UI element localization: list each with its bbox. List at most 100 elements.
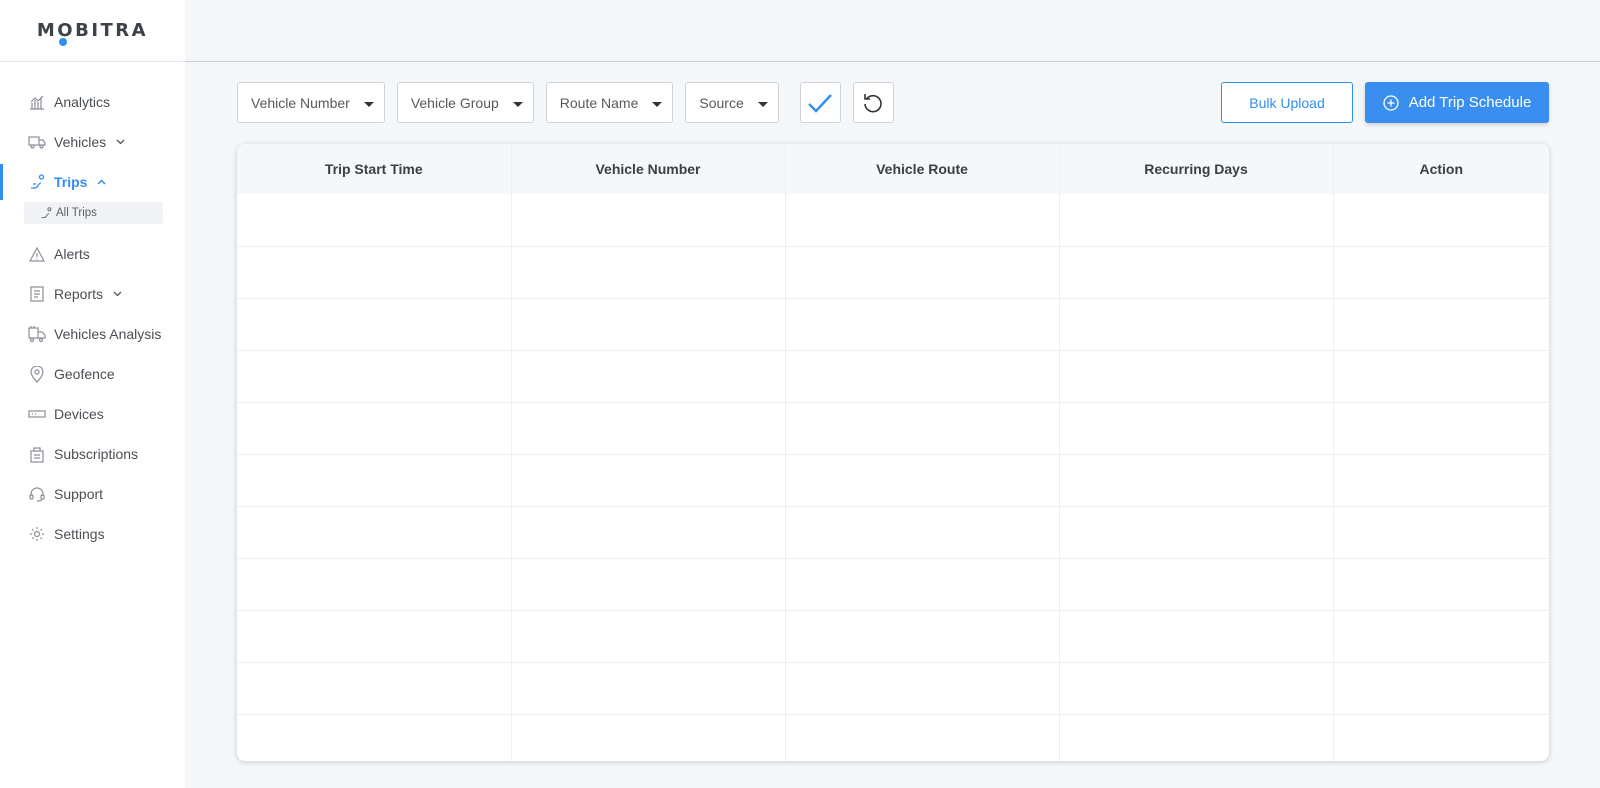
filter-label: Vehicle Group bbox=[410, 94, 499, 111]
sidebar-item-support[interactable]: Support bbox=[0, 474, 185, 514]
table-cell bbox=[237, 558, 512, 611]
chevron-down-icon bbox=[116, 139, 125, 145]
table-cell bbox=[1059, 454, 1334, 507]
sidebar-item-analytics[interactable]: Analytics bbox=[0, 82, 185, 122]
table-cell bbox=[1059, 610, 1334, 663]
table-cell bbox=[237, 402, 512, 455]
vehicle-number-filter[interactable]: Vehicle Number bbox=[237, 82, 385, 123]
sidebar-item-label: Reports bbox=[54, 286, 104, 302]
sidebar-item-subscriptions[interactable]: Subscriptions bbox=[0, 434, 185, 474]
logo-text: MOBITRA bbox=[36, 20, 149, 41]
add-trip-schedule-button[interactable]: Add Trip Schedule bbox=[1365, 82, 1549, 123]
table-cell bbox=[1333, 402, 1549, 455]
alert-icon bbox=[28, 245, 46, 263]
table-cell bbox=[511, 246, 786, 299]
sidebar-item-label: Vehicles bbox=[54, 134, 107, 150]
table-cell bbox=[1333, 714, 1549, 761]
route-icon bbox=[40, 207, 52, 219]
table-cell bbox=[1059, 194, 1334, 247]
logo-pin-icon bbox=[58, 38, 67, 46]
sidebar-item-trips[interactable]: Trips bbox=[0, 162, 185, 202]
table-cell bbox=[1059, 558, 1334, 611]
table-cell bbox=[785, 454, 1060, 507]
table-row bbox=[237, 714, 1549, 761]
sidebar-item-label: Geofence bbox=[54, 366, 115, 382]
column-header-action: Action bbox=[1333, 144, 1549, 194]
table-cell bbox=[1333, 662, 1549, 715]
refresh-icon bbox=[864, 93, 883, 112]
sidebar-item-label: Vehicles Analysis bbox=[54, 326, 162, 342]
table-cell bbox=[1059, 714, 1334, 761]
table-row bbox=[237, 454, 1549, 507]
sidebar-item-vehicles-analysis[interactable]: Vehicles Analysis bbox=[0, 314, 185, 354]
filter-label: Route Name bbox=[559, 94, 639, 111]
table-cell bbox=[511, 298, 786, 351]
table-cell bbox=[1333, 194, 1549, 247]
table-cell bbox=[1059, 298, 1334, 351]
caret-down-icon bbox=[652, 101, 663, 107]
table-cell bbox=[1059, 506, 1334, 559]
caret-down-icon bbox=[757, 101, 768, 107]
analytics-icon bbox=[28, 93, 46, 111]
table-cell bbox=[1333, 558, 1549, 611]
report-icon bbox=[28, 285, 46, 303]
table-cell bbox=[785, 194, 1060, 247]
table-cell bbox=[237, 298, 512, 351]
sidebar-item-vehicles[interactable]: Vehicles bbox=[0, 122, 185, 162]
column-header-vehicle-number[interactable]: Vehicle Number bbox=[511, 144, 786, 194]
sidebar-subitem-all-trips[interactable]: All Trips bbox=[24, 202, 163, 224]
apply-filter-button[interactable] bbox=[799, 82, 841, 123]
table-cell bbox=[1059, 402, 1334, 455]
table-cell bbox=[511, 454, 786, 507]
column-header-recurring-days[interactable]: Recurring Days bbox=[1059, 144, 1334, 194]
headset-icon bbox=[28, 485, 46, 503]
location-pin-icon bbox=[28, 365, 46, 383]
table-row bbox=[237, 350, 1549, 403]
sidebar-item-geofence[interactable]: Geofence bbox=[0, 354, 185, 394]
sidebar-nav: Analytics Vehicles Trips All Trips Alert… bbox=[0, 62, 185, 554]
table-cell bbox=[511, 402, 786, 455]
sidebar-item-reports[interactable]: Reports bbox=[0, 274, 185, 314]
add-trip-schedule-label: Add Trip Schedule bbox=[1408, 94, 1532, 111]
sidebar-item-label: Analytics bbox=[54, 94, 111, 110]
table-cell bbox=[237, 246, 512, 299]
trips-table-grid: Trip Start Time Vehicle Number Vehicle R… bbox=[237, 144, 1549, 761]
vehicle-analysis-icon bbox=[28, 325, 46, 343]
column-header-trip-start-time[interactable]: Trip Start Time bbox=[237, 144, 512, 194]
table-cell bbox=[1333, 454, 1549, 507]
table-cell bbox=[1333, 298, 1549, 351]
table-cell bbox=[237, 714, 512, 761]
sidebar-item-devices[interactable]: Devices bbox=[0, 394, 185, 434]
table-cell bbox=[511, 194, 786, 247]
sidebar-item-alerts[interactable]: Alerts bbox=[0, 234, 185, 274]
source-filter[interactable]: Source bbox=[685, 82, 779, 123]
subscription-icon bbox=[28, 445, 46, 463]
column-header-vehicle-route[interactable]: Vehicle Route bbox=[785, 144, 1060, 194]
caret-down-icon bbox=[512, 101, 523, 107]
table-cell bbox=[1333, 506, 1549, 559]
logo[interactable]: MOBITRA bbox=[36, 20, 149, 46]
gear-icon bbox=[28, 525, 46, 543]
table-cell bbox=[1333, 610, 1549, 663]
table-row bbox=[237, 610, 1549, 663]
chevron-down-icon bbox=[113, 291, 122, 297]
caret-down-icon bbox=[363, 101, 374, 107]
table-cell bbox=[511, 350, 786, 403]
filter-label: Source bbox=[699, 94, 744, 111]
sidebar: MOBITRA Analytics Vehicles Trips All Tri… bbox=[0, 0, 185, 788]
table-cell bbox=[1059, 246, 1334, 299]
table-cell bbox=[237, 662, 512, 715]
sidebar-item-settings[interactable]: Settings bbox=[0, 514, 185, 554]
table-row bbox=[237, 194, 1549, 247]
reset-filter-button[interactable] bbox=[852, 82, 894, 123]
trips-table: Trip Start Time Vehicle Number Vehicle R… bbox=[237, 144, 1549, 761]
sidebar-item-label: Trips bbox=[54, 174, 88, 190]
filter-bar: Vehicle Number Vehicle Group Route Name … bbox=[237, 82, 894, 123]
bulk-upload-button[interactable]: Bulk Upload bbox=[1221, 82, 1353, 123]
table-cell bbox=[237, 610, 512, 663]
sidebar-item-label: Subscriptions bbox=[54, 446, 139, 462]
table-cell bbox=[785, 506, 1060, 559]
route-name-filter[interactable]: Route Name bbox=[545, 82, 674, 123]
bulk-upload-label: Bulk Upload bbox=[1249, 94, 1325, 111]
vehicle-group-filter[interactable]: Vehicle Group bbox=[396, 82, 534, 123]
